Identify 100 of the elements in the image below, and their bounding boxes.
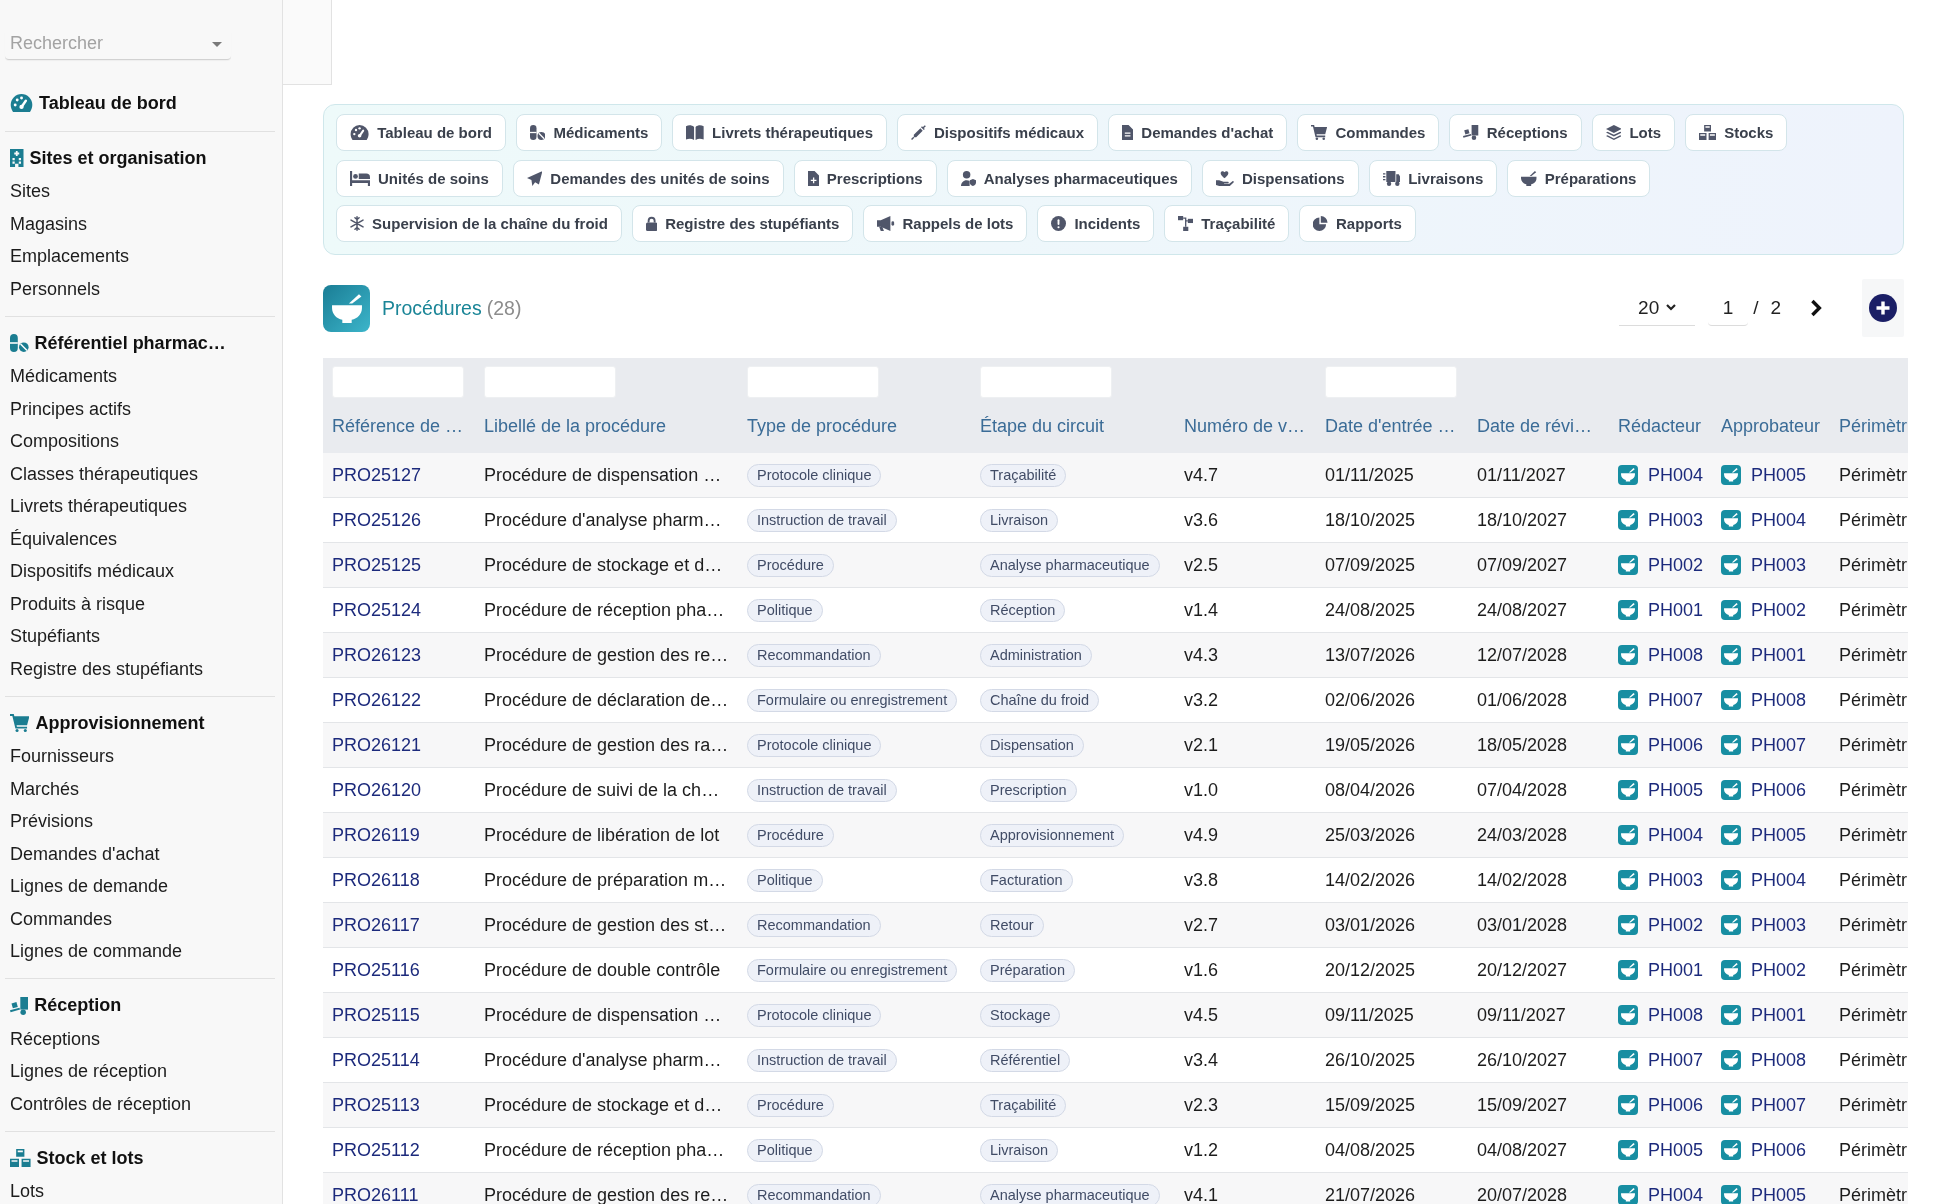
approver-link[interactable]: PH005 [1751, 465, 1807, 485]
module-button[interactable]: Analyses pharmaceutiques [946, 159, 1192, 197]
author-link[interactable]: PH001 [1648, 600, 1704, 620]
reference-link[interactable]: PRO25124 [332, 600, 422, 620]
module-button[interactable]: Lots [1591, 114, 1676, 151]
module-button[interactable]: Dispositifs médicaux [897, 114, 1099, 151]
author-link[interactable]: PH005 [1648, 780, 1704, 800]
column-header[interactable]: Numéro de v… [1184, 415, 1306, 437]
author-link[interactable]: PH007 [1648, 690, 1704, 710]
reference-link[interactable]: PRO25112 [332, 1140, 420, 1160]
sidebar-item[interactable]: Emplacements [10, 240, 130, 273]
module-button[interactable]: Demandes des unités de soins [512, 159, 784, 197]
approver-link[interactable]: PH006 [1751, 1140, 1807, 1160]
sidebar-item[interactable]: Marchés [10, 772, 80, 805]
column-header[interactable]: Référence de … [332, 415, 464, 437]
author-link[interactable]: PH008 [1648, 645, 1704, 665]
approver-link[interactable]: PH007 [1751, 1095, 1807, 1115]
module-button[interactable]: Registre des stupéfiants [631, 205, 854, 242]
column-header[interactable]: Rédacteur [1618, 415, 1702, 437]
approver-link[interactable]: PH006 [1751, 780, 1807, 800]
approver-link[interactable]: PH001 [1751, 1005, 1807, 1025]
author-link[interactable]: PH002 [1648, 915, 1704, 935]
approver-link[interactable]: PH001 [1751, 645, 1807, 665]
section-title[interactable]: Réception [34, 995, 122, 1017]
reference-link[interactable]: PRO25116 [332, 960, 420, 980]
column-header[interactable]: Type de procédure [747, 415, 898, 437]
column-header[interactable]: Périmètr [1839, 415, 1907, 437]
sidebar-item[interactable]: Lignes de commande [10, 935, 183, 968]
section-title[interactable]: Tableau de bord [39, 92, 177, 114]
author-link[interactable]: PH004 [1648, 1185, 1704, 1204]
sidebar-item[interactable]: Sites [10, 175, 51, 208]
column-header[interactable]: Date de révi… [1477, 415, 1593, 437]
reference-link[interactable]: PRO26120 [332, 780, 422, 800]
sidebar-item[interactable]: Réceptions [10, 1022, 101, 1055]
sidebar-item[interactable]: Produits à risque [10, 587, 146, 620]
sidebar-item[interactable]: Médicaments [10, 360, 118, 393]
author-link[interactable]: PH001 [1648, 960, 1704, 980]
reference-link[interactable]: PRO25115 [332, 1005, 420, 1025]
module-button[interactable]: Tableau de bord [336, 114, 506, 151]
author-link[interactable]: PH004 [1648, 825, 1704, 845]
module-button[interactable]: Préparations [1507, 159, 1651, 197]
reference-link[interactable]: PRO26119 [332, 825, 420, 845]
section-title[interactable]: Sites et organisation [29, 147, 207, 169]
reference-link[interactable]: PRO26121 [332, 735, 422, 755]
approver-link[interactable]: PH004 [1751, 510, 1807, 530]
reference-link[interactable]: PRO26111 [332, 1185, 419, 1204]
sidebar-item[interactable]: Contrôles de réception [10, 1087, 192, 1120]
page-size-select[interactable]: 20 [1619, 290, 1696, 326]
next-page-button[interactable] [1810, 299, 1822, 317]
author-link[interactable]: PH006 [1648, 735, 1704, 755]
module-button[interactable]: Médicaments [515, 114, 663, 151]
sidebar-item[interactable]: Stupéfiants [10, 620, 101, 653]
module-button[interactable]: Demandes d'achat [1108, 114, 1288, 151]
sidebar-item[interactable]: Livrets thérapeutiques [10, 490, 188, 523]
reference-link[interactable]: PRO26117 [332, 915, 420, 935]
module-button[interactable]: Dispensations [1201, 159, 1359, 197]
author-link[interactable]: PH006 [1648, 1095, 1704, 1115]
page-input[interactable]: 1 [1708, 290, 1749, 326]
author-link[interactable]: PH003 [1648, 870, 1704, 890]
approver-link[interactable]: PH008 [1751, 1050, 1807, 1070]
column-header[interactable]: Approbateur [1721, 415, 1821, 437]
add-button[interactable] [1862, 279, 1904, 337]
column-header[interactable]: Étape du circuit [980, 415, 1105, 437]
approver-link[interactable]: PH005 [1751, 825, 1807, 845]
reference-link[interactable]: PRO25126 [332, 510, 422, 530]
module-button[interactable]: Réceptions [1449, 114, 1582, 151]
author-link[interactable]: PH005 [1648, 1140, 1704, 1160]
module-button[interactable]: Supervision de la chaîne du froid [336, 205, 622, 242]
approver-link[interactable]: PH004 [1751, 870, 1807, 890]
section-title[interactable]: Référentiel pharmac… [34, 332, 226, 354]
module-button[interactable]: Commandes [1297, 114, 1440, 151]
search-field[interactable]: Rechercher [5, 28, 231, 60]
module-button[interactable]: Stocks [1685, 114, 1788, 151]
reference-link[interactable]: PRO25114 [332, 1050, 420, 1070]
sidebar-item[interactable]: Fournisseurs [10, 740, 115, 773]
sidebar-item[interactable]: Lignes de réception [10, 1055, 168, 1088]
approver-link[interactable]: PH002 [1751, 960, 1807, 980]
module-button[interactable]: Unités de soins [336, 159, 503, 197]
column-header[interactable]: Date d'entrée … [1325, 415, 1456, 437]
module-button[interactable]: Rappels de lots [863, 205, 1028, 242]
author-link[interactable]: PH004 [1648, 465, 1704, 485]
sidebar-item[interactable]: Magasins [10, 207, 88, 240]
approver-link[interactable]: PH003 [1751, 915, 1807, 935]
module-button[interactable]: Livraisons [1368, 159, 1498, 197]
module-button[interactable]: Traçabilité [1164, 205, 1290, 242]
module-button[interactable]: Rapports [1299, 205, 1416, 242]
module-button[interactable]: Livrets thérapeutiques [672, 114, 887, 151]
approver-link[interactable]: PH003 [1751, 555, 1807, 575]
approver-link[interactable]: PH005 [1751, 1185, 1807, 1204]
section-title[interactable]: Stock et lots [36, 1147, 144, 1169]
author-link[interactable]: PH008 [1648, 1005, 1704, 1025]
section-title[interactable]: Approvisionnement [35, 712, 205, 734]
sidebar-item[interactable]: Principes actifs [10, 392, 132, 425]
reference-link[interactable]: PRO26123 [332, 645, 422, 665]
module-button[interactable]: Incidents [1037, 205, 1155, 242]
author-link[interactable]: PH007 [1648, 1050, 1704, 1070]
reference-link[interactable]: PRO26122 [332, 690, 422, 710]
sidebar-item[interactable]: Registre des stupéfiants [10, 652, 204, 685]
sidebar-item[interactable]: Classes thérapeutiques [10, 457, 199, 490]
approver-link[interactable]: PH007 [1751, 735, 1807, 755]
